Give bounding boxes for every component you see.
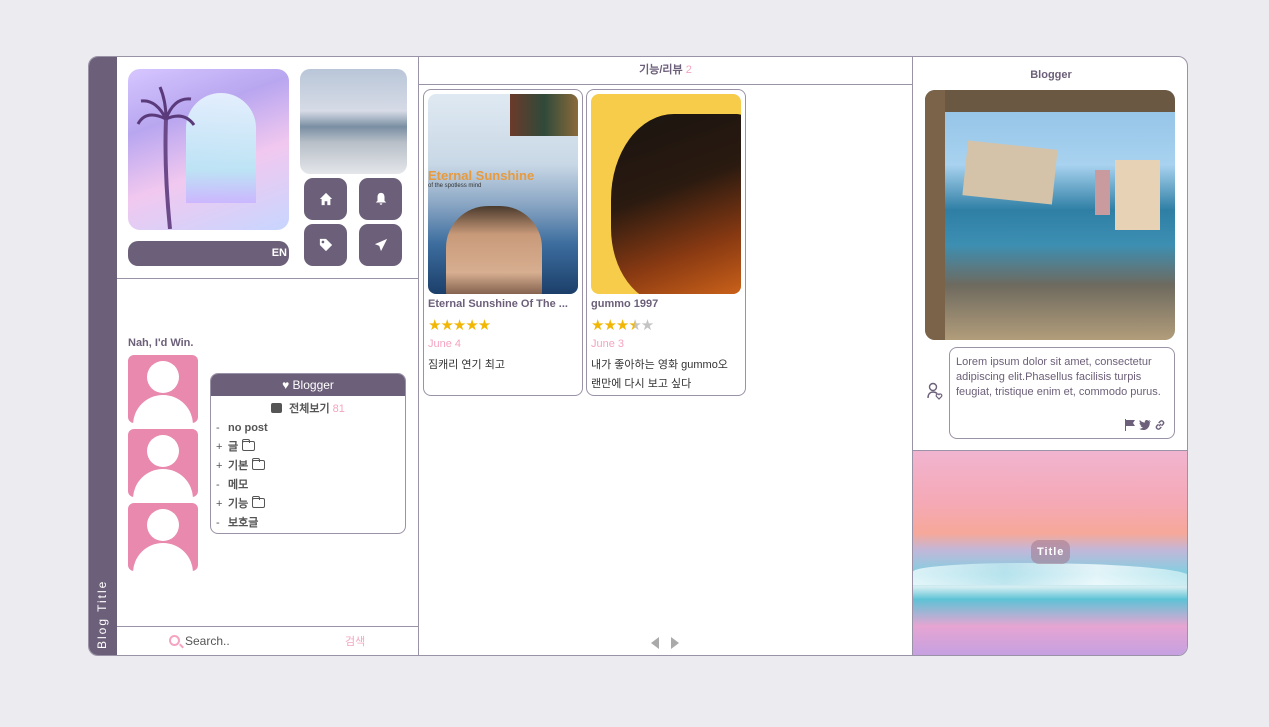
- category-item[interactable]: + 기본: [216, 457, 405, 476]
- post-thumbnail: [591, 94, 741, 294]
- poster-title: Eternal Sunshine: [428, 168, 535, 183]
- category-box: ♥ Blogger 전체보기 81 - no post + 글 + 기본 - 메모 + 기…: [210, 373, 406, 534]
- category-item[interactable]: - no post: [216, 419, 405, 438]
- search-button[interactable]: 검색: [345, 633, 365, 649]
- post-excerpt: 짐캐리 연기 최고: [428, 359, 505, 371]
- post-title: gummo 1997: [591, 298, 659, 310]
- folder-icon: [252, 496, 266, 508]
- bio-links: [1124, 419, 1166, 431]
- search-input[interactable]: [185, 632, 295, 650]
- copy-icon: [271, 403, 283, 413]
- post-card[interactable]: gummo 1997 ★★★★★ June 3 내가 좋아하는 영화 gummo…: [586, 89, 746, 396]
- next-page-icon[interactable]: [671, 637, 679, 649]
- notification-button[interactable]: [359, 178, 402, 220]
- category-item[interactable]: + 글: [216, 438, 405, 457]
- bio-text: Lorem ipsum dolor sit amet, consectetur …: [956, 356, 1161, 398]
- blogger-header: Blogger: [1030, 69, 1072, 81]
- prev-page-icon[interactable]: [651, 637, 659, 649]
- category-list: - no post + 글 + 기본 - 메모 + 기능 - 보호글: [211, 419, 405, 533]
- search-icon: [169, 635, 180, 646]
- twitter-icon[interactable]: [1139, 419, 1151, 431]
- flag-icon[interactable]: [1124, 419, 1136, 431]
- home-icon: [319, 192, 332, 206]
- post-card[interactable]: Eternal Sunshine of the spotless mind Et…: [423, 89, 583, 396]
- blog-frame: Blog Title EN Nah, I'd Win. ♥ Blogger 전체…: [88, 56, 1188, 656]
- right-column: Blogger Lorem ipsum dolor sit amet, cons…: [913, 57, 1187, 655]
- folder-icon: [242, 439, 256, 451]
- left-divider: [117, 278, 419, 279]
- avatar[interactable]: [128, 503, 198, 571]
- blog-spine: Blog Title: [89, 57, 117, 655]
- language-bar[interactable]: EN: [128, 241, 289, 266]
- category-item[interactable]: - 메모: [216, 476, 405, 495]
- post-list-column: 기능/리뷰 2 Eternal Sunshine of the spotless…: [419, 57, 913, 655]
- blogger-photo: [925, 90, 1175, 340]
- star-rating: ★★★★★: [591, 317, 654, 334]
- tag-icon: [319, 238, 332, 252]
- home-button[interactable]: [304, 178, 347, 220]
- poster-subtitle: of the spotless mind: [428, 183, 482, 189]
- post-excerpt: 내가 좋아하는 영화 gummo오 랜만에 다시 보고 싶다: [591, 359, 728, 390]
- blogger-bio: Lorem ipsum dolor sit amet, consectetur …: [949, 347, 1175, 439]
- send-button[interactable]: [359, 224, 402, 266]
- palm-tree-image: [136, 86, 196, 229]
- category-header: ♥ Blogger: [211, 374, 405, 396]
- paper-plane-icon: [374, 238, 387, 252]
- left-column: EN Nah, I'd Win. ♥ Blogger 전체보기 81 - no …: [117, 57, 419, 655]
- post-date: June 4: [428, 338, 462, 350]
- post-title: Eternal Sunshine Of The ...: [428, 298, 568, 310]
- post-date: June 3: [591, 338, 625, 350]
- tag-button[interactable]: [304, 224, 347, 266]
- link-icon[interactable]: [1154, 419, 1166, 431]
- folder-icon: [252, 458, 266, 470]
- post-thumbnail: Eternal Sunshine of the spotless mind: [428, 94, 578, 294]
- user-heart-icon: [927, 382, 943, 400]
- category-item[interactable]: + 기능: [216, 495, 405, 514]
- bell-icon: [375, 192, 386, 205]
- category-title: 기능/리뷰 2: [419, 57, 912, 85]
- search-bar: 검색: [117, 626, 419, 655]
- avatar[interactable]: [128, 429, 198, 497]
- heart-icon: ♥: [282, 378, 290, 392]
- pagination: [651, 637, 679, 649]
- blog-title[interactable]: Blog Title: [95, 580, 109, 649]
- avatar[interactable]: [128, 355, 198, 423]
- banner-title[interactable]: Title: [1031, 540, 1071, 564]
- banner-image[interactable]: Title: [913, 450, 1187, 655]
- category-item[interactable]: - 보호글: [216, 514, 405, 533]
- tagline: Nah, I'd Win.: [128, 337, 194, 349]
- star-rating: ★★★★★: [428, 317, 491, 334]
- beach-photo: [300, 69, 407, 174]
- profile-photo: [128, 69, 289, 230]
- category-all[interactable]: 전체보기 81: [211, 400, 405, 416]
